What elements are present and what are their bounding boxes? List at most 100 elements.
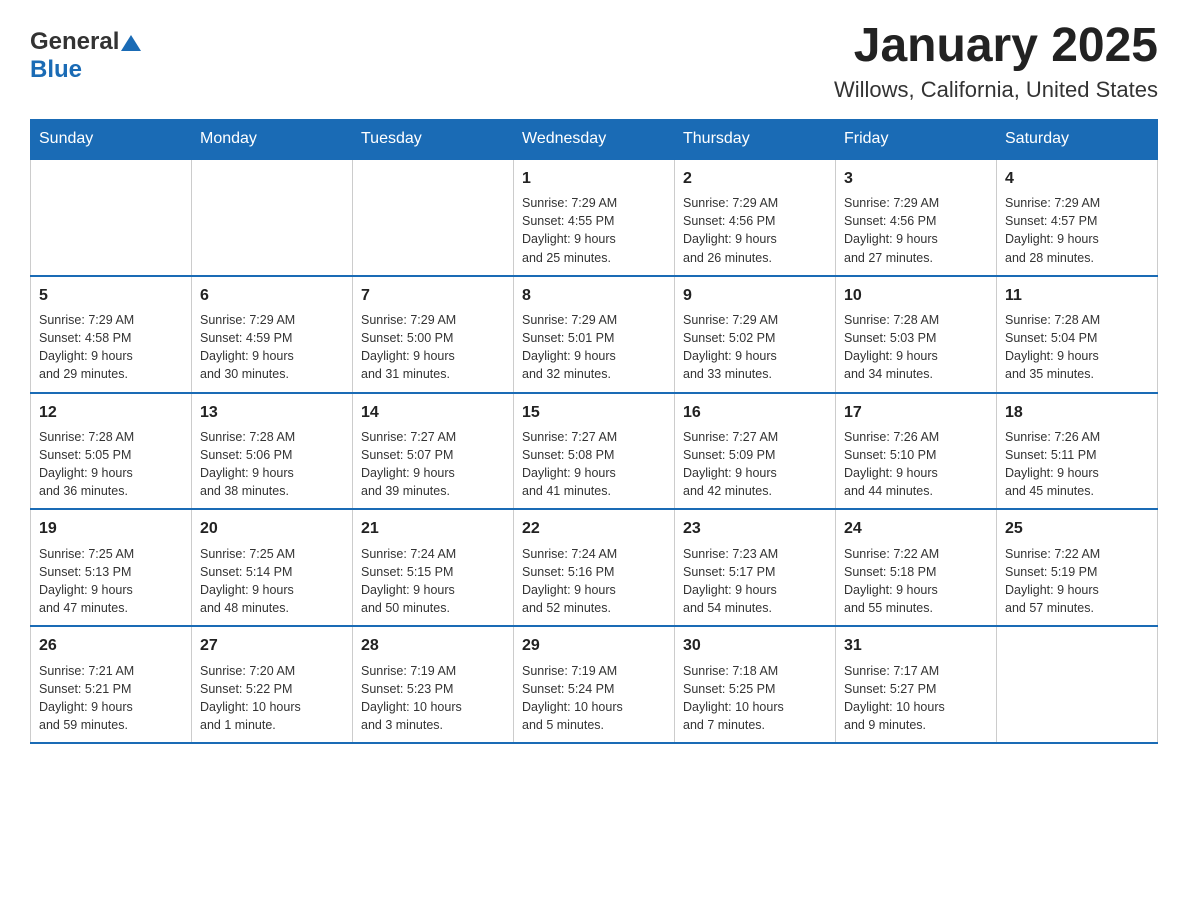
day-number: 4 [1005,168,1149,190]
day-info: Sunrise: 7:22 AM Sunset: 5:18 PM Dayligh… [844,545,988,618]
day-info: Sunrise: 7:29 AM Sunset: 5:00 PM Dayligh… [361,311,505,384]
day-info: Sunrise: 7:27 AM Sunset: 5:07 PM Dayligh… [361,428,505,501]
calendar-cell: 30 Sunrise: 7:18 AM Sunset: 5:25 PM Dayli… [675,626,836,743]
calendar-cell: 6 Sunrise: 7:29 AM Sunset: 4:59 PM Daylig… [192,276,353,393]
day-info: Sunrise: 7:22 AM Sunset: 5:19 PM Dayligh… [1005,545,1149,618]
calendar-header-saturday: Saturday [997,119,1158,159]
logo-text-general: General [30,28,119,55]
calendar-cell: 18 Sunrise: 7:26 AM Sunset: 5:11 PM Dayli… [997,393,1158,510]
day-info: Sunrise: 7:27 AM Sunset: 5:08 PM Dayligh… [522,428,666,501]
calendar-cell: 31Sunrise: 7:17 AM Sunset: 5:27 PM Dayli… [836,626,997,743]
day-number: 26 [39,635,183,657]
day-info: Sunrise: 7:19 AM Sunset: 5:24 PM Dayligh… [522,662,666,735]
calendar-cell: 20 Sunrise: 7:25 AM Sunset: 5:14 PM Dayli… [192,509,353,626]
day-number: 15 [522,402,666,424]
day-number: 16 [683,402,827,424]
day-info: Sunrise: 7:25 AM Sunset: 5:14 PM Dayligh… [200,545,344,618]
day-number: 18 [1005,402,1149,424]
calendar-cell: 2 Sunrise: 7:29 AM Sunset: 4:56 PM Daylig… [675,159,836,276]
day-number: 24 [844,518,988,540]
calendar-cell: 19 Sunrise: 7:25 AM Sunset: 5:13 PM Dayli… [31,509,192,626]
calendar-cell: 27 Sunrise: 7:20 AM Sunset: 5:22 PM Dayli… [192,626,353,743]
day-number: 20 [200,518,344,540]
day-info: Sunrise: 7:28 AM Sunset: 5:05 PM Dayligh… [39,428,183,501]
day-info: Sunrise: 7:29 AM Sunset: 4:58 PM Dayligh… [39,311,183,384]
day-info: Sunrise: 7:20 AM Sunset: 5:22 PM Dayligh… [200,662,344,735]
day-info: Sunrise: 7:29 AM Sunset: 4:55 PM Dayligh… [522,194,666,267]
calendar-cell: 22 Sunrise: 7:24 AM Sunset: 5:16 PM Dayli… [514,509,675,626]
day-info: Sunrise: 7:26 AM Sunset: 5:11 PM Dayligh… [1005,428,1149,501]
logo-triangle-icon [121,35,141,51]
day-number: 11 [1005,285,1149,307]
day-info: Sunrise: 7:29 AM Sunset: 4:57 PM Dayligh… [1005,194,1149,267]
day-number: 6 [200,285,344,307]
calendar-cell: 23 Sunrise: 7:23 AM Sunset: 5:17 PM Dayli… [675,509,836,626]
day-number: 5 [39,285,183,307]
calendar-cell: 1 Sunrise: 7:29 AM Sunset: 4:55 PM Daylig… [514,159,675,276]
day-info: Sunrise: 7:29 AM Sunset: 5:02 PM Dayligh… [683,311,827,384]
calendar-cell: 24 Sunrise: 7:22 AM Sunset: 5:18 PM Dayli… [836,509,997,626]
day-info: Sunrise: 7:25 AM Sunset: 5:13 PM Dayligh… [39,545,183,618]
day-number: 14 [361,402,505,424]
calendar-header-row: SundayMondayTuesdayWednesdayThursdayFrid… [31,119,1158,159]
calendar-cell: 11 Sunrise: 7:28 AM Sunset: 5:04 PM Dayli… [997,276,1158,393]
calendar-cell: 8Sunrise: 7:29 AM Sunset: 5:01 PM Daylig… [514,276,675,393]
calendar-cell [353,159,514,276]
day-info: Sunrise: 7:29 AM Sunset: 4:56 PM Dayligh… [683,194,827,267]
day-info: Sunrise: 7:29 AM Sunset: 4:59 PM Dayligh… [200,311,344,384]
day-number: 19 [39,518,183,540]
calendar-cell [997,626,1158,743]
day-number: 31 [844,635,988,657]
day-number: 12 [39,402,183,424]
day-number: 22 [522,518,666,540]
logo: General Blue [30,28,142,84]
day-number: 7 [361,285,505,307]
calendar-header-monday: Monday [192,119,353,159]
calendar-cell: 12 Sunrise: 7:28 AM Sunset: 5:05 PM Dayli… [31,393,192,510]
calendar-cell: 9 Sunrise: 7:29 AM Sunset: 5:02 PM Daylig… [675,276,836,393]
day-number: 9 [683,285,827,307]
logo-general-text: General Blue [30,28,142,84]
calendar-cell: 28Sunrise: 7:19 AM Sunset: 5:23 PM Dayli… [353,626,514,743]
calendar-title: January 2025 [834,20,1158,73]
day-info: Sunrise: 7:29 AM Sunset: 4:56 PM Dayligh… [844,194,988,267]
calendar-cell: 21Sunrise: 7:24 AM Sunset: 5:15 PM Dayli… [353,509,514,626]
day-number: 21 [361,518,505,540]
page-header: General Blue January 2025 Willows, Calif… [30,20,1158,103]
calendar-cell: 15 Sunrise: 7:27 AM Sunset: 5:08 PM Dayli… [514,393,675,510]
day-info: Sunrise: 7:24 AM Sunset: 5:16 PM Dayligh… [522,545,666,618]
day-number: 27 [200,635,344,657]
day-number: 30 [683,635,827,657]
calendar-cell: 7 Sunrise: 7:29 AM Sunset: 5:00 PM Daylig… [353,276,514,393]
calendar-header-tuesday: Tuesday [353,119,514,159]
calendar-header-wednesday: Wednesday [514,119,675,159]
day-number: 3 [844,168,988,190]
day-number: 2 [683,168,827,190]
calendar-header-friday: Friday [836,119,997,159]
logo-text-blue: Blue [30,56,82,83]
day-info: Sunrise: 7:18 AM Sunset: 5:25 PM Dayligh… [683,662,827,735]
calendar-cell: 17Sunrise: 7:26 AM Sunset: 5:10 PM Dayli… [836,393,997,510]
day-info: Sunrise: 7:27 AM Sunset: 5:09 PM Dayligh… [683,428,827,501]
calendar-week-3: 12 Sunrise: 7:28 AM Sunset: 5:05 PM Dayli… [31,393,1158,510]
calendar-week-4: 19 Sunrise: 7:25 AM Sunset: 5:13 PM Dayli… [31,509,1158,626]
day-info: Sunrise: 7:21 AM Sunset: 5:21 PM Dayligh… [39,662,183,735]
day-info: Sunrise: 7:23 AM Sunset: 5:17 PM Dayligh… [683,545,827,618]
day-info: Sunrise: 7:28 AM Sunset: 5:03 PM Dayligh… [844,311,988,384]
calendar-cell: 5 Sunrise: 7:29 AM Sunset: 4:58 PM Daylig… [31,276,192,393]
day-info: Sunrise: 7:28 AM Sunset: 5:04 PM Dayligh… [1005,311,1149,384]
calendar-table: SundayMondayTuesdayWednesdayThursdayFrid… [30,119,1158,744]
day-number: 23 [683,518,827,540]
day-info: Sunrise: 7:28 AM Sunset: 5:06 PM Dayligh… [200,428,344,501]
calendar-cell: 16 Sunrise: 7:27 AM Sunset: 5:09 PM Dayli… [675,393,836,510]
calendar-week-5: 26 Sunrise: 7:21 AM Sunset: 5:21 PM Dayli… [31,626,1158,743]
calendar-cell: 10Sunrise: 7:28 AM Sunset: 5:03 PM Dayli… [836,276,997,393]
calendar-cell: 4 Sunrise: 7:29 AM Sunset: 4:57 PM Daylig… [997,159,1158,276]
calendar-cell: 14 Sunrise: 7:27 AM Sunset: 5:07 PM Dayli… [353,393,514,510]
day-number: 1 [522,168,666,190]
day-number: 29 [522,635,666,657]
calendar-cell: 25Sunrise: 7:22 AM Sunset: 5:19 PM Dayli… [997,509,1158,626]
calendar-header-thursday: Thursday [675,119,836,159]
calendar-header-sunday: Sunday [31,119,192,159]
calendar-week-2: 5 Sunrise: 7:29 AM Sunset: 4:58 PM Daylig… [31,276,1158,393]
